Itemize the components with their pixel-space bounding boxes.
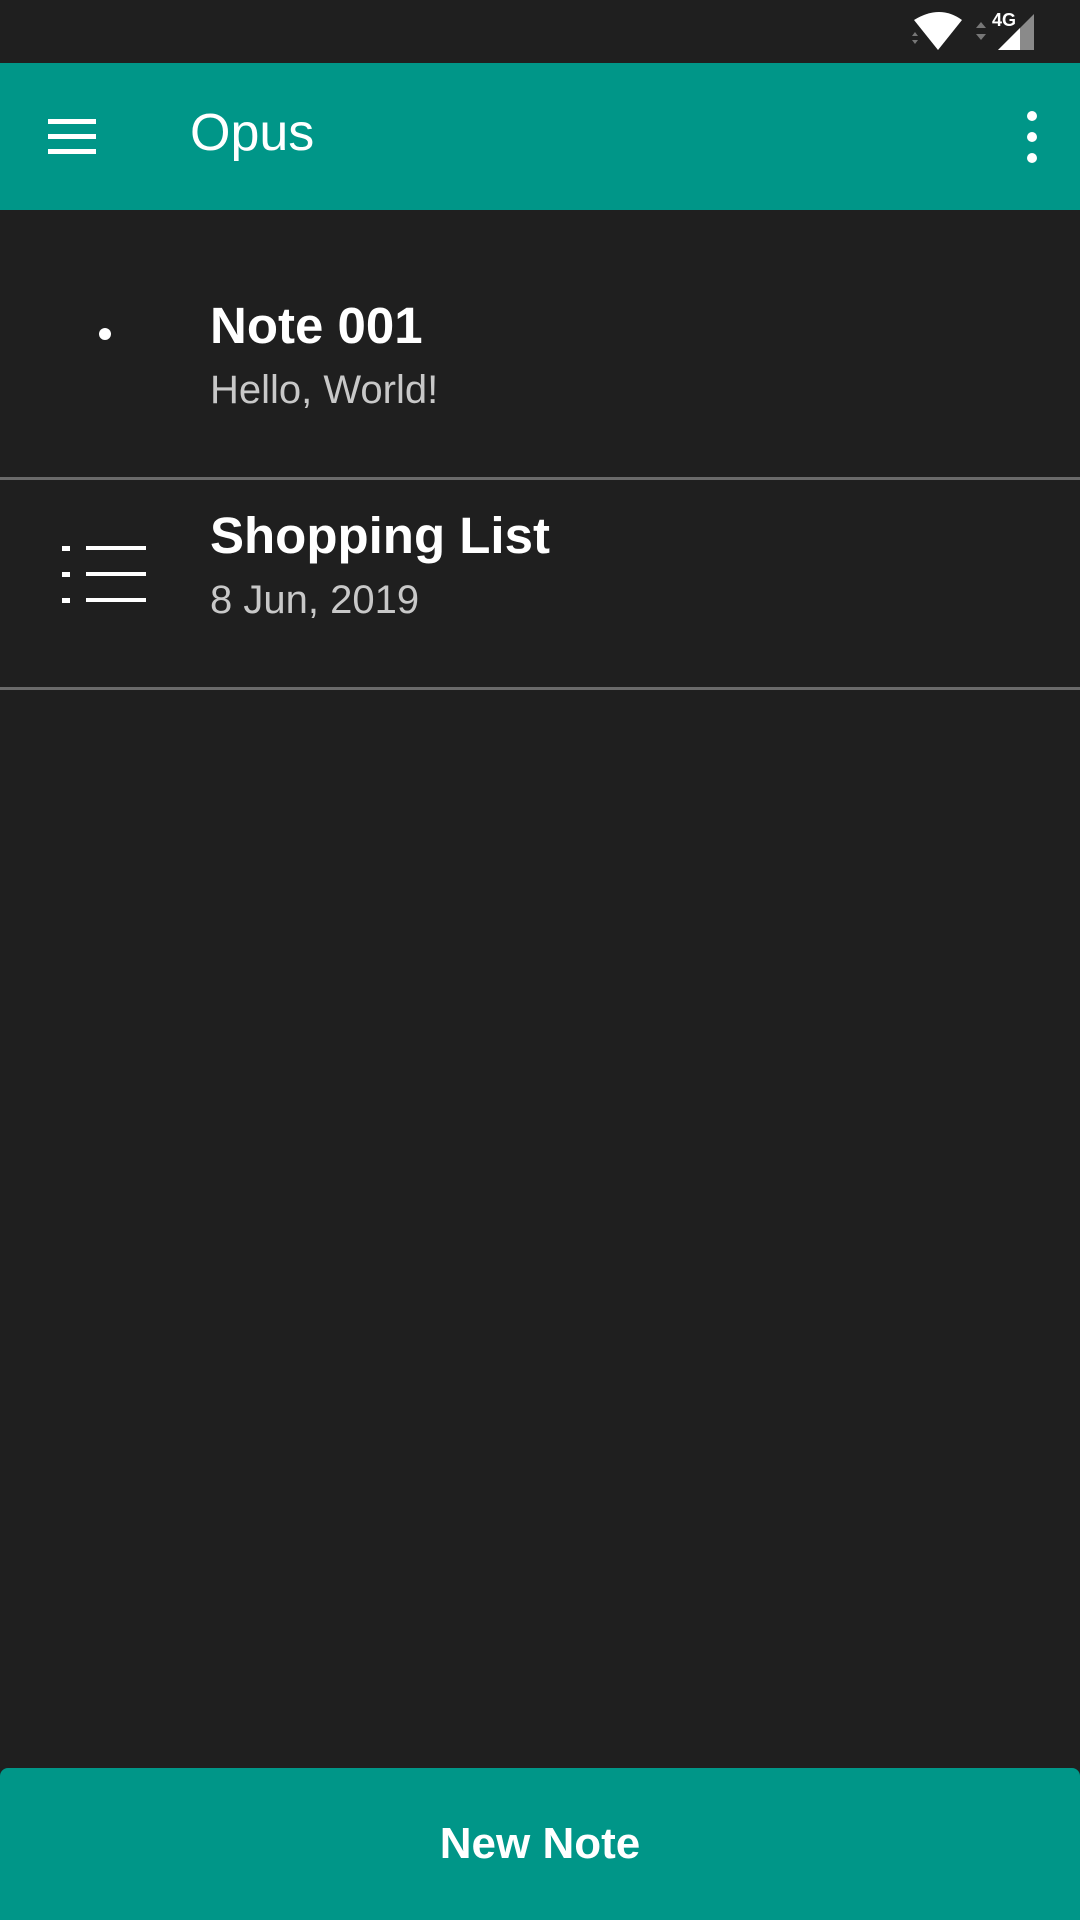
- note-list-item[interactable]: Note 001 Hello, World!: [0, 210, 1080, 480]
- note-title: Shopping List: [210, 507, 550, 564]
- new-note-button[interactable]: New Note: [0, 1768, 1080, 1920]
- app-title: Opus: [190, 104, 315, 162]
- text-note-icon: [99, 328, 111, 340]
- data-activity-icon: [976, 22, 986, 40]
- status-bar: 4G: [0, 0, 1080, 63]
- app-bar: Opus: [0, 63, 1080, 210]
- note-list: Note 001 Hello, World! Shopping List 8 J…: [0, 210, 1080, 690]
- checklist-icon: [62, 546, 146, 603]
- wifi-icon: [912, 12, 962, 50]
- more-vert-icon[interactable]: [1004, 103, 1060, 171]
- status-icons: [906, 10, 1040, 54]
- network-type-label: 4G: [991, 10, 1016, 30]
- note-subtitle: 8 Jun, 2019: [210, 578, 420, 622]
- hamburger-menu-icon[interactable]: [44, 115, 100, 159]
- note-title: Note 001: [210, 297, 423, 354]
- note-list-item[interactable]: Shopping List 8 Jun, 2019: [0, 480, 1080, 690]
- note-subtitle: Hello, World!: [210, 368, 439, 412]
